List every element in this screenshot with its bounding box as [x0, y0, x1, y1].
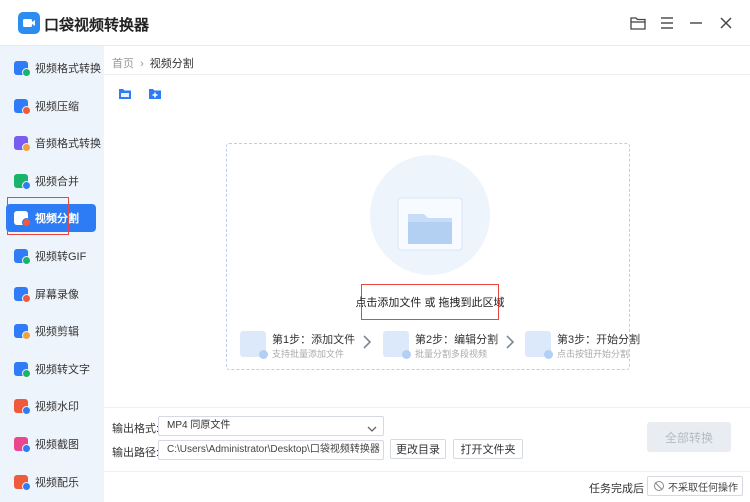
app-title: 口袋视频转换器: [44, 17, 150, 34]
open-folder-button[interactable]: 打开文件夹: [453, 439, 523, 459]
video-music-icon: [14, 474, 31, 491]
minimize-icon[interactable]: [686, 13, 706, 33]
step-subtitle: 批量分割多段视频: [415, 349, 488, 359]
output-path-field[interactable]: C:\Users\Administrator\Desktop\口袋视频转换器: [158, 440, 384, 460]
sidebar-item-label: 视频水印: [35, 401, 79, 414]
step-title: 第3步：开始分割: [557, 334, 641, 346]
chevron-right-icon: [505, 334, 515, 350]
breadcrumb-home[interactable]: 首页: [112, 58, 134, 70]
add-file-step-icon: [240, 331, 268, 359]
divider: [104, 74, 750, 75]
sidebar-item-label: 视频转文字: [35, 363, 90, 376]
sidebar-item[interactable]: 视频格式转换: [6, 54, 101, 82]
step-subtitle: 点击按钮开始分割: [557, 349, 630, 359]
video-text-icon: [14, 361, 31, 378]
convert-all-button[interactable]: 全部转换: [647, 422, 731, 452]
step-title: 第1步：添加文件: [272, 334, 356, 346]
edit-split-step-icon: [383, 331, 411, 359]
video-convert-icon: [14, 61, 31, 77]
after-task-label: 任务完成后: [589, 483, 644, 495]
sidebar-item[interactable]: 屏幕录像: [6, 280, 96, 308]
sidebar-item-label: 视频剪辑: [35, 326, 79, 339]
sidebar-item-label: 视频合并: [35, 175, 79, 188]
sidebar-item[interactable]: 视频转GIF: [6, 242, 96, 270]
chevron-right-icon: [362, 334, 372, 350]
sidebar: 视频格式转换 视频压缩 音频格式转换 视频合并 视频分割 视频转GIF 屏幕录像 视频剪辑 视频…: [0, 46, 104, 502]
sidebar-item-label: 视频转GIF: [35, 251, 87, 263]
video-compress-icon: [14, 98, 31, 115]
sidebar-item[interactable]: 视频剪辑: [6, 317, 96, 345]
divider: [104, 407, 750, 408]
sidebar-item[interactable]: 视频配乐: [6, 468, 96, 496]
folder-illustration-icon: [392, 196, 468, 256]
sidebar-item[interactable]: 音频格式转换: [6, 129, 101, 157]
video-gif-icon: [14, 249, 31, 265]
video-merge-icon: [14, 173, 31, 190]
ban-icon: [654, 481, 664, 491]
add-folder-icon[interactable]: [148, 87, 164, 103]
after-task-value: 不采取任何操作: [668, 482, 738, 494]
sidebar-item-label: 音频格式转换: [35, 138, 101, 151]
close-icon[interactable]: [716, 13, 736, 33]
app-logo-icon: [18, 12, 40, 34]
step-title: 第2步：编辑分割: [415, 334, 499, 346]
title-bar: 口袋视频转换器: [0, 0, 750, 46]
output-format-value: MP4 同原文件: [167, 420, 231, 431]
step-subtitle: 支持批量添加文件: [272, 349, 345, 359]
video-screenshot-icon: [14, 437, 31, 453]
divider: [104, 471, 750, 472]
breadcrumb: 首页 › 视频分割: [112, 55, 194, 71]
sidebar-item-label: 视频截图: [35, 439, 79, 451]
drop-zone-hint: 点击添加文件 或 拖拽到此区域: [355, 284, 505, 320]
folder-icon[interactable]: [628, 13, 648, 33]
file-icon[interactable]: [118, 87, 134, 103]
sidebar-item[interactable]: 视频转文字: [6, 355, 96, 383]
start-split-step-icon: [525, 331, 553, 359]
sidebar-item[interactable]: 视频截图: [6, 430, 96, 458]
audio-convert-icon: [14, 136, 31, 153]
sidebar-item[interactable]: 视频合并: [6, 167, 96, 195]
sidebar-item-label: 视频格式转换: [35, 63, 101, 75]
after-task-select[interactable]: 不采取任何操作: [647, 476, 743, 496]
video-edit-icon: [14, 324, 31, 341]
sidebar-item-label: 视频压缩: [35, 100, 79, 113]
active-item-highlight: [7, 197, 69, 235]
change-directory-button[interactable]: 更改目录: [390, 439, 446, 459]
sidebar-item-label: 视频配乐: [35, 476, 79, 489]
sidebar-item[interactable]: 视频水印: [6, 392, 96, 420]
sidebar-item[interactable]: 视频压缩: [6, 92, 96, 120]
screen-record-icon: [14, 286, 31, 303]
output-format-select[interactable]: MP4 同原文件: [158, 416, 384, 436]
video-watermark-icon: [14, 399, 31, 416]
drop-zone[interactable]: 点击添加文件 或 拖拽到此区域 第1步：添加文件 支持批量添加文件 第2步：编辑…: [226, 143, 640, 370]
breadcrumb-current: 视频分割: [149, 58, 194, 70]
output-path-label: 输出路径:: [112, 447, 160, 459]
output-format-label: 输出格式:: [112, 423, 160, 435]
breadcrumb-separator: ›: [140, 58, 144, 70]
menu-icon[interactable]: [657, 13, 677, 33]
chevron-down-icon: [367, 422, 377, 432]
sidebar-item-label: 屏幕录像: [35, 288, 79, 301]
